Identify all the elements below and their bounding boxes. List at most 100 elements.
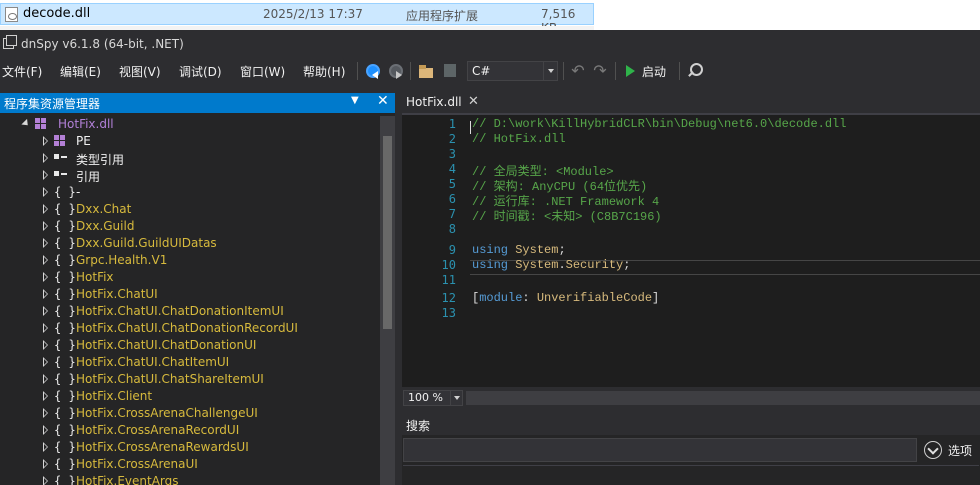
search-options-label: 选项 (948, 444, 973, 458)
horizontal-scrollbar[interactable] (466, 391, 980, 405)
menu-toolbar: 文件(F) 编辑(E) 视图(V) 调试(D) 窗口(W) 帮助(H) C# ↶… (0, 58, 980, 84)
collapsed-arrow-icon[interactable] (43, 255, 48, 265)
redo-icon[interactable]: ↷ (591, 62, 609, 80)
pane-menu-icon[interactable]: ▼ (351, 95, 359, 106)
tree-node-label: HotFix.dll (58, 117, 114, 131)
undo-icon[interactable]: ↶ (569, 62, 587, 80)
tree-node[interactable]: PE (0, 133, 380, 150)
collapsed-arrow-icon[interactable] (43, 221, 48, 231)
navigate-back-icon[interactable] (366, 64, 380, 79)
file-row-selected[interactable]: decode.dll 2025/2/13 17:37 应用程序扩展 7,516 … (0, 3, 594, 35)
collapsed-arrow-icon[interactable] (43, 408, 48, 418)
tree-node-root[interactable]: HotFix.dll (0, 116, 380, 133)
open-folder-icon[interactable] (418, 62, 436, 80)
line-number: 13 (441, 306, 456, 320)
collapsed-arrow-icon[interactable] (43, 170, 48, 180)
collapsed-arrow-icon[interactable] (43, 442, 48, 452)
start-debugging-button[interactable]: 启动 (624, 62, 674, 80)
code-token: // 时间戳: <未知> (C8B7C196) (472, 210, 662, 224)
window-titlebar[interactable]: dnSpy v6.1.8 (64-bit, .NET) (0, 30, 980, 58)
tree-node[interactable]: { } HotFix.CrossArenaChallengeUI (0, 405, 380, 422)
search-options-button[interactable]: 选项 (924, 439, 980, 461)
tree-node[interactable]: { } HotFix.ChatUI.ChatDonationRecordUI (0, 320, 380, 337)
collapsed-arrow-icon[interactable] (43, 153, 48, 163)
tree-node[interactable]: { } HotFix.CrossArenaRecordUI (0, 422, 380, 439)
code-editor[interactable]: 1 // D:\work\KillHybridCLR\bin\Debug\net6… (402, 115, 980, 387)
tab-hotfix-dll[interactable]: HotFix.dll ✕ (402, 93, 482, 113)
menu-help[interactable]: 帮助(H) (303, 63, 345, 80)
collapsed-arrow-icon[interactable] (43, 289, 48, 299)
collapsed-arrow-icon[interactable] (43, 476, 48, 485)
namespace-icon: { } (54, 440, 76, 454)
close-icon[interactable]: ✕ (377, 93, 389, 109)
tree-node[interactable]: { } HotFix.ChatUI.ChatShareItemUI (0, 371, 380, 388)
assembly-explorer-pane: 程序集资源管理器 ▼ ✕ HotFix.dll PE 类型引用 引用{ } -{ } D… (0, 93, 395, 485)
assembly-explorer-header[interactable]: 程序集资源管理器 ▼ ✕ (0, 93, 395, 113)
tree-node[interactable]: { } HotFix.ChatUI.ChatDonationItemUI (0, 303, 380, 320)
menu-window[interactable]: 窗口(W) (240, 63, 285, 80)
collapsed-arrow-icon[interactable] (43, 340, 48, 350)
tree-node[interactable]: { } HotFix.ChatUI.ChatItemUI (0, 354, 380, 371)
namespace-icon: { } (54, 406, 76, 420)
menu-debug[interactable]: 调试(D) (179, 63, 222, 80)
dll-file-icon (5, 7, 18, 22)
tree-node[interactable]: { } HotFix.ChatUI.ChatDonationUI (0, 337, 380, 354)
expanded-arrow-icon[interactable] (21, 118, 31, 129)
tree-node[interactable]: { } HotFix.EventArgs (0, 473, 380, 485)
toolbar-separator (410, 62, 411, 80)
language-select[interactable]: C# (467, 61, 558, 81)
namespace-icon: { } (54, 423, 76, 437)
navigate-forward-icon[interactable] (389, 64, 403, 79)
chevron-down-icon[interactable] (543, 62, 557, 80)
search-icon[interactable] (685, 62, 703, 80)
code-token: UnverifiableCode (536, 291, 653, 305)
chevron-down-icon[interactable] (450, 391, 462, 405)
tree-node[interactable]: { } Dxx.Chat (0, 201, 380, 218)
menu-file[interactable]: 文件(F) (2, 63, 42, 80)
collapsed-arrow-icon[interactable] (43, 459, 48, 469)
collapsed-arrow-icon[interactable] (43, 272, 48, 282)
line-number: 4 (448, 162, 456, 176)
assembly-tree: HotFix.dll PE 类型引用 引用{ } -{ } Dxx.Chat{ } Dxx… (0, 116, 380, 485)
tree-node[interactable]: 类型引用 (0, 150, 380, 167)
search-header[interactable]: 搜索 (402, 413, 980, 435)
zoom-select[interactable]: 100 % (403, 390, 463, 406)
menu-edit[interactable]: 编辑(E) (60, 63, 101, 80)
namespace-icon: { } (54, 287, 76, 301)
collapsed-arrow-icon[interactable] (43, 374, 48, 384)
app-icon (3, 35, 17, 49)
collapsed-arrow-icon[interactable] (43, 391, 48, 401)
close-tab-icon[interactable]: ✕ (468, 94, 479, 109)
tree-node[interactable]: { } Dxx.Guild.GuildUIDatas (0, 235, 380, 252)
tree-node-label: 引用 (76, 170, 101, 184)
collapsed-arrow-icon[interactable] (43, 204, 48, 214)
tree-node[interactable]: { } HotFix.CrossArenaRewardsUI (0, 439, 380, 456)
tree-node[interactable]: { } HotFix.ChatUI (0, 286, 380, 303)
tree-node[interactable]: { } Dxx.Guild (0, 218, 380, 235)
tree-node[interactable]: { } Grpc.Health.V1 (0, 252, 380, 269)
collapsed-arrow-icon[interactable] (43, 323, 48, 333)
tree-scrollbar[interactable] (380, 116, 395, 485)
tree-node-label: HotFix.CrossArenaUI (76, 457, 198, 471)
tree-node[interactable]: 引用 (0, 167, 380, 184)
toolbar-separator (679, 62, 680, 80)
collapsed-arrow-icon[interactable] (43, 306, 48, 316)
menu-view[interactable]: 视图(V) (119, 63, 161, 80)
line-number: 10 (441, 258, 456, 272)
save-all-icon[interactable] (442, 62, 460, 80)
collapsed-arrow-icon[interactable] (43, 357, 48, 367)
search-title: 搜索 (406, 419, 431, 433)
search-input[interactable] (403, 438, 917, 462)
code-line: using System; (472, 243, 566, 257)
collapsed-arrow-icon[interactable] (43, 425, 48, 435)
pane-splitter[interactable] (395, 93, 402, 485)
collapsed-arrow-icon[interactable] (43, 136, 48, 146)
tree-node[interactable]: { } - (0, 184, 380, 201)
collapsed-arrow-icon[interactable] (43, 238, 48, 248)
tree-node[interactable]: { } HotFix (0, 269, 380, 286)
assembly-icon (54, 135, 66, 147)
tree-node[interactable]: { } HotFix.CrossArenaUI (0, 456, 380, 473)
collapsed-arrow-icon[interactable] (43, 187, 48, 197)
tree-node[interactable]: { } HotFix.Client (0, 388, 380, 405)
scrollbar-thumb[interactable] (383, 136, 392, 329)
